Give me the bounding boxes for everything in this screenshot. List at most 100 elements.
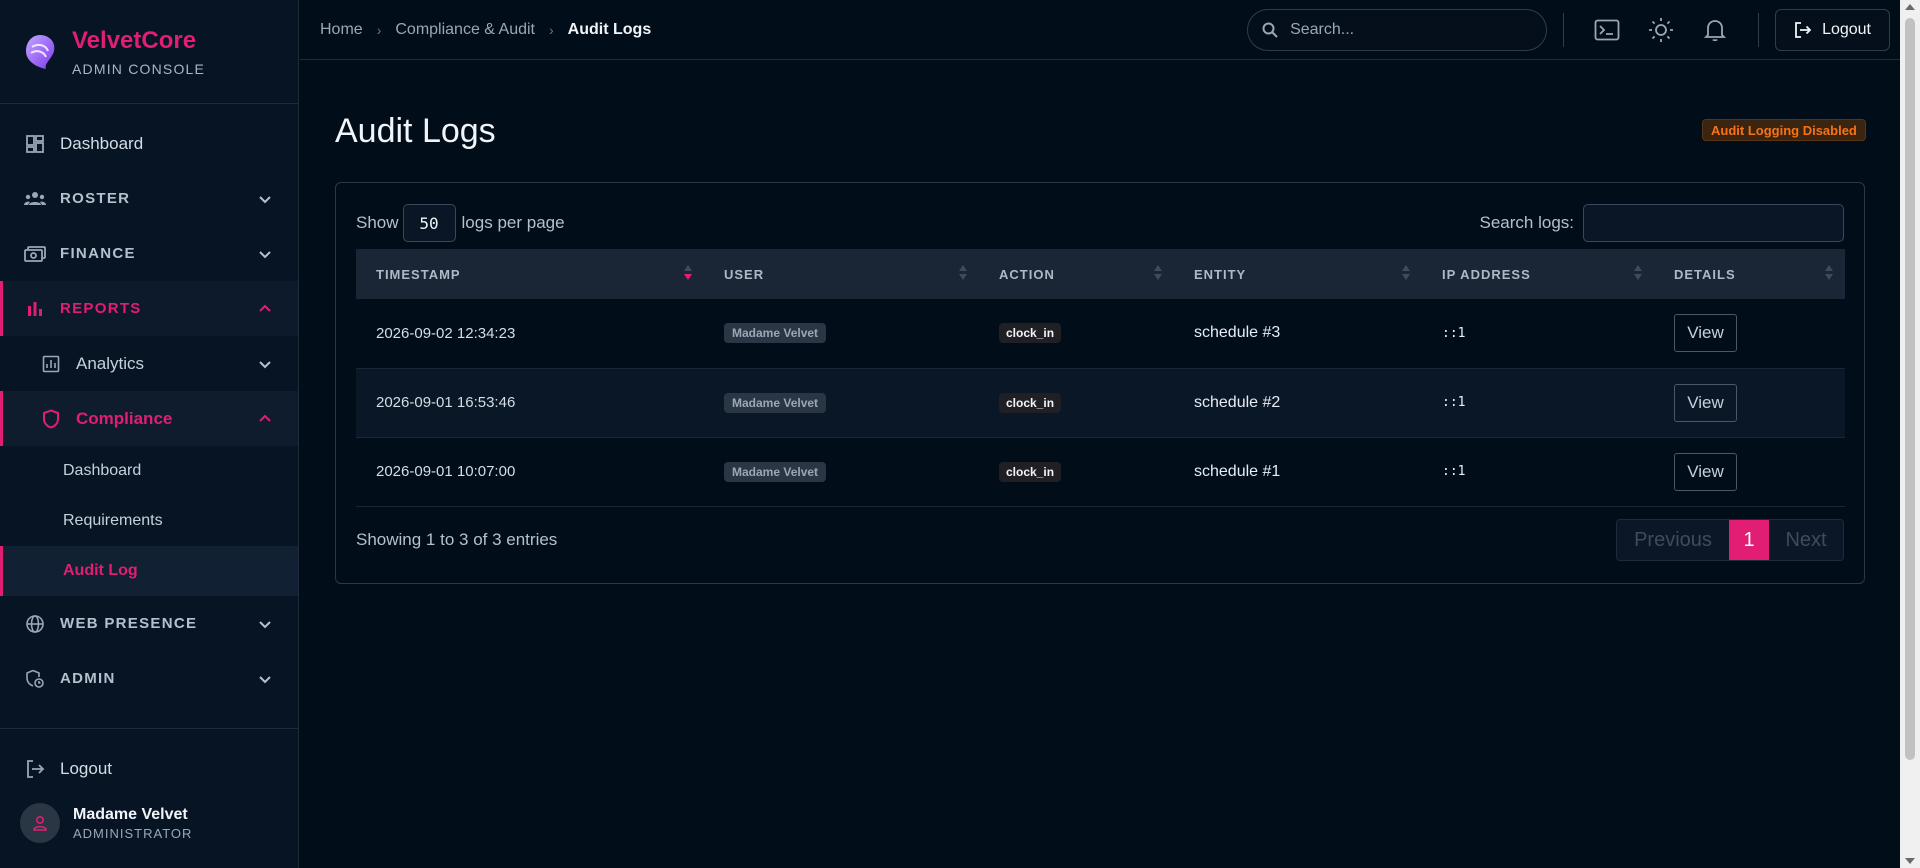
per-page-select[interactable]: 50 (402, 204, 456, 242)
table-controls: Show 50 logs per page Search logs: (356, 203, 1844, 243)
sidebar-nav: Dashboard ROSTER FINANCE REPORTS Analyti… (0, 104, 298, 706)
chevron-up-icon (259, 304, 271, 312)
cell-timestamp: 2026-09-01 10:07:00 (376, 463, 516, 480)
column-header-user[interactable]: USER (704, 249, 979, 299)
breadcrumb-compliance[interactable]: Compliance & Audit (395, 21, 535, 39)
scroll-down-arrow-icon[interactable] (1905, 858, 1915, 864)
column-header-ip-address[interactable]: IP ADDRESS (1422, 249, 1654, 299)
topbar: Home › Compliance & Audit › Audit Logs L… (300, 0, 1900, 60)
view-button[interactable]: View (1674, 314, 1737, 353)
sort-icon (1634, 265, 1642, 281)
table-row: 2026-09-01 16:53:46 Madame Velvet clock_… (356, 368, 1845, 437)
table-footer: Showing 1 to 3 of 3 entries Previous 1 N… (356, 519, 1844, 561)
sort-icon (684, 265, 692, 281)
page-title: Audit Logs (335, 112, 496, 150)
sort-icon (1154, 265, 1162, 281)
breadcrumb-current: Audit Logs (567, 20, 652, 38)
sidebar-item-label: Compliance (76, 408, 173, 428)
sidebar-item-analytics[interactable]: Analytics (0, 336, 298, 391)
brand-logo (26, 34, 55, 69)
sidebar-item-label: ROSTER (60, 190, 131, 207)
next-page-button[interactable]: Next (1769, 520, 1843, 560)
sun-icon[interactable] (1647, 16, 1675, 44)
sidebar-item-reports[interactable]: REPORTS (0, 281, 298, 336)
sidebar-item-dashboard[interactable]: Dashboard (0, 116, 298, 171)
previous-page-button[interactable]: Previous (1617, 520, 1729, 560)
status-badge: Audit Logging Disabled (1702, 119, 1866, 141)
sidebar-footer: Logout Madame Velvet ADMINISTRATOR (0, 728, 298, 868)
page-scrollbar[interactable] (1900, 0, 1920, 868)
users-icon (24, 188, 46, 210)
cell-entity: schedule #3 (1194, 324, 1281, 342)
money-icon (24, 243, 46, 265)
analytics-icon (40, 353, 62, 375)
sidebar-item-requirements[interactable]: Requirements (0, 496, 298, 546)
user-badge: Madame Velvet (724, 461, 827, 482)
action-badge: clock_in (999, 323, 1062, 344)
sidebar-item-compliance[interactable]: Compliance (0, 391, 298, 446)
global-search[interactable] (1247, 8, 1548, 51)
cell-ip-address: ::1 (1442, 325, 1466, 341)
view-button[interactable]: View (1674, 383, 1737, 422)
sidebar-item-label: Analytics (76, 353, 145, 373)
pagination: Previous 1 Next (1616, 519, 1844, 561)
breadcrumb: Home › Compliance & Audit › Audit Logs (300, 21, 1247, 39)
bell-icon[interactable] (1701, 16, 1729, 44)
user-name: Madame Velvet (73, 805, 188, 823)
sidebar-item-compliance-dashboard[interactable]: Dashboard (0, 446, 298, 496)
search-logs-label: Search logs: (1479, 213, 1575, 232)
user-badge: Madame Velvet (724, 323, 827, 344)
search-icon (1262, 22, 1278, 38)
chevron-down-icon (259, 675, 271, 683)
breadcrumb-home[interactable]: Home (320, 21, 363, 39)
sidebar-logout-button[interactable]: Logout (0, 741, 298, 797)
sidebar-item-admin[interactable]: ADMIN (0, 651, 298, 706)
search-input[interactable] (1290, 20, 1531, 39)
divider (1563, 12, 1565, 47)
column-header-entity[interactable]: ENTITY (1174, 249, 1422, 299)
globe-icon (24, 613, 46, 635)
column-header-timestamp[interactable]: TIMESTAMP (356, 249, 704, 299)
sidebar: VelvetCore ADMIN CONSOLE Dashboard ROSTE… (0, 0, 299, 868)
brand-subtitle: ADMIN CONSOLE (72, 60, 206, 77)
sidebar-item-finance[interactable]: FINANCE (0, 226, 298, 281)
audit-log-table: TIMESTAMP USER ACTION ENTITY IP ADDRESS … (356, 249, 1845, 507)
search-logs-input[interactable] (1583, 204, 1844, 242)
table-row: 2026-09-01 10:07:00 Madame Velvet clock_… (356, 437, 1845, 506)
sort-icon (959, 265, 967, 281)
chevron-down-icon (259, 250, 271, 258)
column-header-action[interactable]: ACTION (979, 249, 1174, 299)
sidebar-item-label: Dashboard (60, 133, 144, 153)
sort-icon (1402, 265, 1410, 281)
view-button[interactable]: View (1674, 452, 1737, 491)
action-badge: clock_in (999, 392, 1062, 413)
audit-log-card: Show 50 logs per page Search logs: TIMES… (335, 182, 1865, 584)
sidebar-item-web-presence[interactable]: WEB PRESENCE (0, 596, 298, 651)
page-button-current[interactable]: 1 (1729, 520, 1769, 560)
cell-entity: schedule #1 (1194, 462, 1281, 480)
sidebar-item-audit-log[interactable]: Audit Log (0, 546, 298, 596)
bar-chart-icon (24, 298, 46, 320)
table-header-row: TIMESTAMP USER ACTION ENTITY IP ADDRESS … (356, 249, 1845, 299)
user-role: ADMINISTRATOR (73, 825, 193, 841)
logout-button[interactable]: Logout (1775, 8, 1890, 51)
cell-timestamp: 2026-09-02 12:34:23 (376, 324, 516, 342)
chevron-down-icon (259, 195, 271, 203)
sidebar-item-roster[interactable]: ROSTER (0, 171, 298, 226)
column-header-details[interactable]: DETAILS (1654, 249, 1845, 299)
scroll-up-arrow-icon[interactable] (1905, 4, 1915, 10)
logout-icon (27, 760, 45, 778)
sidebar-item-label: FINANCE (60, 245, 136, 262)
user-icon (33, 815, 47, 831)
avatar (20, 803, 60, 843)
scrollbar-thumb[interactable] (1905, 18, 1915, 760)
logout-label: Logout (1822, 20, 1871, 38)
cell-ip-address: ::1 (1442, 395, 1466, 410)
user-profile[interactable]: Madame Velvet ADMINISTRATOR (0, 803, 298, 843)
sidebar-logout-label: Logout (60, 759, 112, 778)
cell-timestamp: 2026-09-01 16:53:46 (376, 394, 516, 411)
chevron-down-icon (259, 620, 271, 628)
show-label: Show (356, 213, 399, 232)
chevron-down-icon (259, 360, 271, 368)
terminal-icon[interactable] (1593, 16, 1621, 44)
